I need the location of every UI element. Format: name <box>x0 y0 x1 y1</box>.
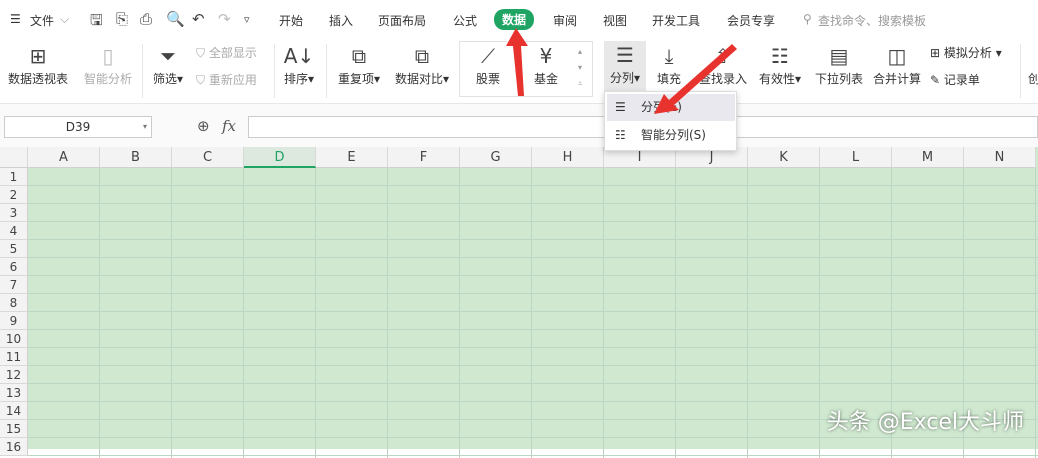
arrow-to-split-item <box>654 44 737 114</box>
arrow-to-data-tab <box>506 28 528 96</box>
watermark: 头条 @Excel大斗师 <box>826 410 1024 435</box>
annotation-arrows <box>506 28 737 114</box>
grid-line <box>28 455 1038 456</box>
